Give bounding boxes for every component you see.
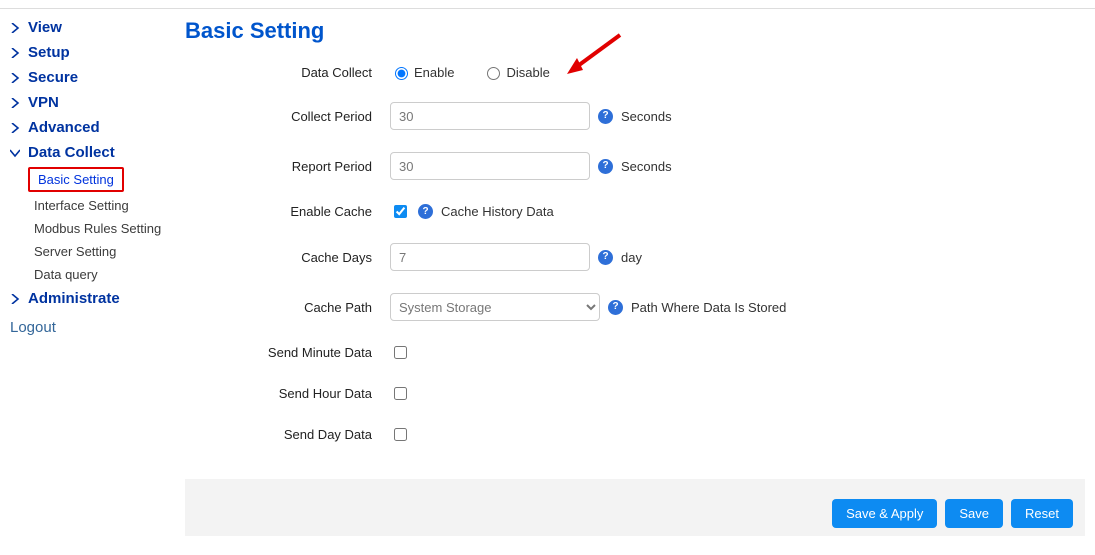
- unit-report-period: Seconds: [621, 159, 672, 174]
- help-icon[interactable]: ?: [598, 109, 613, 124]
- help-icon[interactable]: ?: [608, 300, 623, 315]
- layout: View Setup Secure VPN Advanced: [0, 0, 1095, 536]
- radio-enable-label: Enable: [414, 65, 454, 80]
- label-send-hour: Send Hour Data: [185, 386, 390, 401]
- main-panel: Basic Setting Data Collect Enable Disabl…: [175, 0, 1095, 536]
- sidebar-sub-modbus-rules[interactable]: Modbus Rules Setting: [28, 217, 167, 240]
- sidebar-item-secure[interactable]: Secure: [8, 65, 167, 90]
- checkbox-send-minute[interactable]: [394, 346, 407, 359]
- sidebar-sub-data-collect: Basic Setting Interface Setting Modbus R…: [28, 165, 167, 286]
- radio-disable-wrap[interactable]: Disable: [482, 64, 549, 80]
- input-cache-days[interactable]: [390, 243, 590, 271]
- sidebar-item-advanced[interactable]: Advanced: [8, 115, 167, 140]
- help-text-cache-path: Path Where Data Is Stored: [631, 300, 786, 315]
- label-cache-path: Cache Path: [185, 300, 390, 315]
- footer-bar: Save & Apply Save Reset: [185, 479, 1085, 536]
- sidebar-item-data-collect[interactable]: Data Collect: [8, 140, 167, 165]
- chevron-right-icon: [8, 71, 22, 85]
- logout-link[interactable]: Logout: [8, 311, 167, 336]
- sidebar-item-setup[interactable]: Setup: [8, 40, 167, 65]
- save-apply-button[interactable]: Save & Apply: [832, 499, 937, 528]
- sidebar-item-label: Setup: [28, 44, 70, 61]
- checkbox-send-hour[interactable]: [394, 387, 407, 400]
- sidebar-item-view[interactable]: View: [8, 15, 167, 40]
- label-cache-days: Cache Days: [185, 250, 390, 265]
- page-title: Basic Setting: [185, 18, 1085, 44]
- sidebar-item-administrate[interactable]: Administrate: [8, 286, 167, 311]
- sidebar-sub-basic-setting[interactable]: Basic Setting: [28, 167, 124, 192]
- checkbox-send-day[interactable]: [394, 428, 407, 441]
- chevron-right-icon: [8, 292, 22, 306]
- row-send-hour: Send Hour Data: [185, 384, 1085, 403]
- chevron-right-icon: [8, 96, 22, 110]
- label-send-minute: Send Minute Data: [185, 345, 390, 360]
- row-enable-cache: Enable Cache ? Cache History Data: [185, 202, 1085, 221]
- label-report-period: Report Period: [185, 159, 390, 174]
- help-icon[interactable]: ?: [598, 250, 613, 265]
- row-cache-days: Cache Days ? day: [185, 243, 1085, 271]
- sidebar-item-label: View: [28, 19, 62, 36]
- radio-disable[interactable]: [487, 67, 500, 80]
- radio-enable[interactable]: [395, 67, 408, 80]
- chevron-right-icon: [8, 21, 22, 35]
- input-report-period[interactable]: [390, 152, 590, 180]
- chevron-right-icon: [8, 46, 22, 60]
- label-data-collect: Data Collect: [185, 65, 390, 80]
- input-collect-period[interactable]: [390, 102, 590, 130]
- label-enable-cache: Enable Cache: [185, 204, 390, 219]
- chevron-down-icon: [8, 146, 22, 160]
- sidebar: View Setup Secure VPN Advanced: [0, 0, 175, 346]
- sidebar-sub-interface-setting[interactable]: Interface Setting: [28, 194, 167, 217]
- sidebar-item-vpn[interactable]: VPN: [8, 90, 167, 115]
- sidebar-item-label: Secure: [28, 69, 78, 86]
- select-cache-path[interactable]: System Storage: [390, 293, 600, 321]
- unit-cache-days: day: [621, 250, 642, 265]
- label-collect-period: Collect Period: [185, 109, 390, 124]
- chevron-right-icon: [8, 121, 22, 135]
- reset-button[interactable]: Reset: [1011, 499, 1073, 528]
- row-cache-path: Cache Path System Storage ? Path Where D…: [185, 293, 1085, 321]
- sidebar-item-label: Administrate: [28, 290, 120, 307]
- sidebar-sub-data-query[interactable]: Data query: [28, 263, 167, 286]
- checkbox-enable-cache[interactable]: [394, 205, 407, 218]
- row-data-collect: Data Collect Enable Disable: [185, 64, 1085, 80]
- radio-disable-label: Disable: [506, 65, 549, 80]
- label-send-day: Send Day Data: [185, 427, 390, 442]
- sidebar-item-label: VPN: [28, 94, 59, 111]
- sidebar-item-label: Advanced: [28, 119, 100, 136]
- help-text-enable-cache: Cache History Data: [441, 204, 554, 219]
- save-button[interactable]: Save: [945, 499, 1003, 528]
- help-icon[interactable]: ?: [598, 159, 613, 174]
- help-icon[interactable]: ?: [418, 204, 433, 219]
- sidebar-sub-server-setting[interactable]: Server Setting: [28, 240, 167, 263]
- row-report-period: Report Period ? Seconds: [185, 152, 1085, 180]
- row-collect-period: Collect Period ? Seconds: [185, 102, 1085, 130]
- radio-enable-wrap[interactable]: Enable: [390, 64, 454, 80]
- row-send-day: Send Day Data: [185, 425, 1085, 444]
- unit-collect-period: Seconds: [621, 109, 672, 124]
- row-send-minute: Send Minute Data: [185, 343, 1085, 362]
- sidebar-item-label: Data Collect: [28, 144, 115, 161]
